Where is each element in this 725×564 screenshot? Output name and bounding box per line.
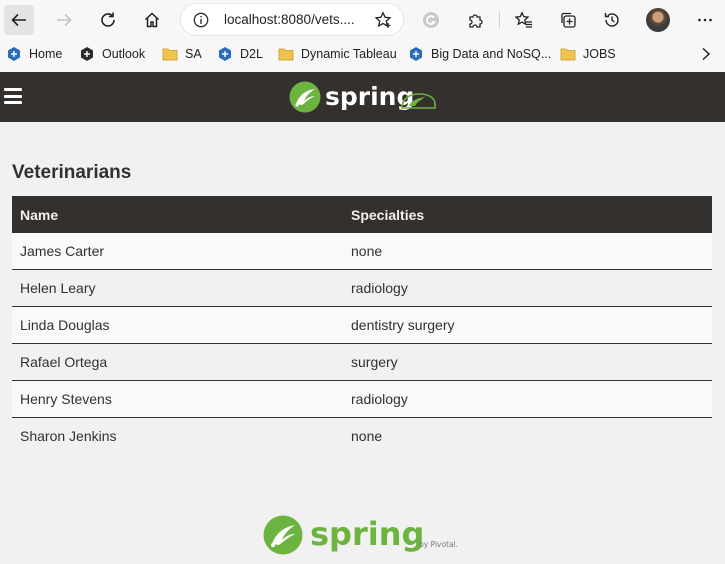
- home-icon: [144, 12, 160, 28]
- table-row: Rafael Ortega surgery: [12, 343, 712, 381]
- bookmark-site-icon: [6, 46, 22, 62]
- address-bar[interactable]: localhost:8080/vets....: [181, 4, 403, 35]
- more-button[interactable]: [690, 5, 720, 35]
- folder-icon: [560, 46, 576, 62]
- vet-name: James Carter: [12, 233, 343, 270]
- extensions-icon: [469, 14, 483, 28]
- add-favorite-icon[interactable]: [374, 11, 392, 29]
- folder-icon: [162, 46, 178, 62]
- bookmark-d2l[interactable]: D2L: [217, 45, 263, 63]
- table-row: Henry Stevens radiology: [12, 380, 712, 418]
- bookmark-label: Outlook: [102, 47, 146, 61]
- profile-avatar[interactable]: [646, 8, 670, 32]
- info-icon[interactable]: [193, 12, 209, 28]
- vet-specialties: none: [343, 233, 712, 270]
- bookmark-label: Big Data and NoSQ...: [431, 47, 552, 61]
- grammarly-icon: [423, 12, 439, 28]
- browser-toolbar: localhost:8080/vets....: [0, 0, 725, 38]
- bookmark-label: Home: [29, 47, 63, 61]
- table-row: Helen Leary radiology: [12, 269, 712, 307]
- table-row: James Carter none: [12, 233, 712, 270]
- more-icon: [698, 18, 712, 22]
- collections-icon: [561, 12, 576, 28]
- favorites-icon: [515, 11, 532, 28]
- vet-name: Linda Douglas: [12, 306, 343, 344]
- vet-name: Rafael Ortega: [12, 343, 343, 381]
- bookmark-site-icon: [408, 46, 424, 62]
- history-icon: [604, 13, 619, 27]
- toolbar-divider: [499, 11, 500, 28]
- bookmark-folder-jobs[interactable]: JOBS: [560, 45, 616, 63]
- footer-brand-text: spring: [310, 515, 424, 553]
- vet-specialties: dentistry surgery: [343, 306, 712, 344]
- forward-button[interactable]: [49, 5, 79, 35]
- bookmark-home[interactable]: Home: [6, 45, 62, 63]
- table-row: Linda Douglas dentistry surgery: [12, 306, 712, 344]
- vet-name: Sharon Jenkins: [12, 417, 343, 454]
- bookmark-label: Dynamic Tableau: [301, 47, 397, 61]
- column-header-specialties[interactable]: Specialties: [343, 196, 712, 233]
- spring-logo[interactable]: spring: [288, 80, 438, 114]
- vets-table: Name Specialties James Carter none Helen…: [12, 196, 712, 454]
- collections-button[interactable]: [553, 5, 583, 35]
- back-arrow-icon: [11, 13, 26, 27]
- navbar-brand-text: spring: [325, 82, 414, 111]
- bookmark-site-icon: [217, 46, 233, 62]
- app-navbar: spring: [0, 72, 725, 122]
- bookmark-big-data[interactable]: Big Data and NoSQ...: [408, 45, 551, 63]
- column-header-name[interactable]: Name: [12, 196, 343, 233]
- bookmarks-bar: Home Outlook SA D2L Dynamic Tableau Big …: [0, 38, 725, 73]
- history-button[interactable]: [597, 5, 627, 35]
- vet-name: Henry Stevens: [12, 380, 343, 418]
- bookmark-folder-dynamic-tableau[interactable]: Dynamic Tableau: [278, 45, 397, 63]
- spring-by-pivotal-logo: spring by Pivotal.: [263, 515, 458, 555]
- bookmark-folder-sa[interactable]: SA: [162, 45, 202, 63]
- refresh-button[interactable]: [93, 5, 123, 35]
- back-button[interactable]: [4, 5, 34, 35]
- extensions-button[interactable]: [461, 5, 491, 35]
- footer-by-text: by Pivotal.: [419, 540, 458, 549]
- vet-name: Helen Leary: [12, 269, 343, 307]
- vet-specialties: radiology: [343, 380, 712, 418]
- url-text[interactable]: localhost:8080/vets....: [224, 12, 355, 27]
- forward-arrow-icon: [57, 13, 72, 27]
- vet-specialties: none: [343, 417, 712, 454]
- vet-specialties: surgery: [343, 343, 712, 381]
- hamburger-menu-icon[interactable]: [4, 88, 22, 104]
- favorites-button[interactable]: [509, 5, 539, 35]
- table-row: Sharon Jenkins none: [12, 417, 712, 454]
- bookmark-label: SA: [185, 47, 202, 61]
- table-header-row: Name Specialties: [12, 196, 712, 233]
- page-title: Veterinarians: [12, 162, 132, 183]
- grammarly-button[interactable]: [416, 5, 446, 35]
- bookmark-label: JOBS: [583, 47, 616, 61]
- bookmark-label: D2L: [240, 47, 263, 61]
- vet-specialties: radiology: [343, 269, 712, 307]
- home-button[interactable]: [137, 5, 167, 35]
- bookmark-site-icon: [79, 46, 95, 62]
- folder-icon: [278, 46, 294, 62]
- chevron-right-icon[interactable]: [701, 47, 711, 61]
- refresh-icon: [101, 12, 115, 27]
- bookmark-outlook[interactable]: Outlook: [79, 45, 145, 63]
